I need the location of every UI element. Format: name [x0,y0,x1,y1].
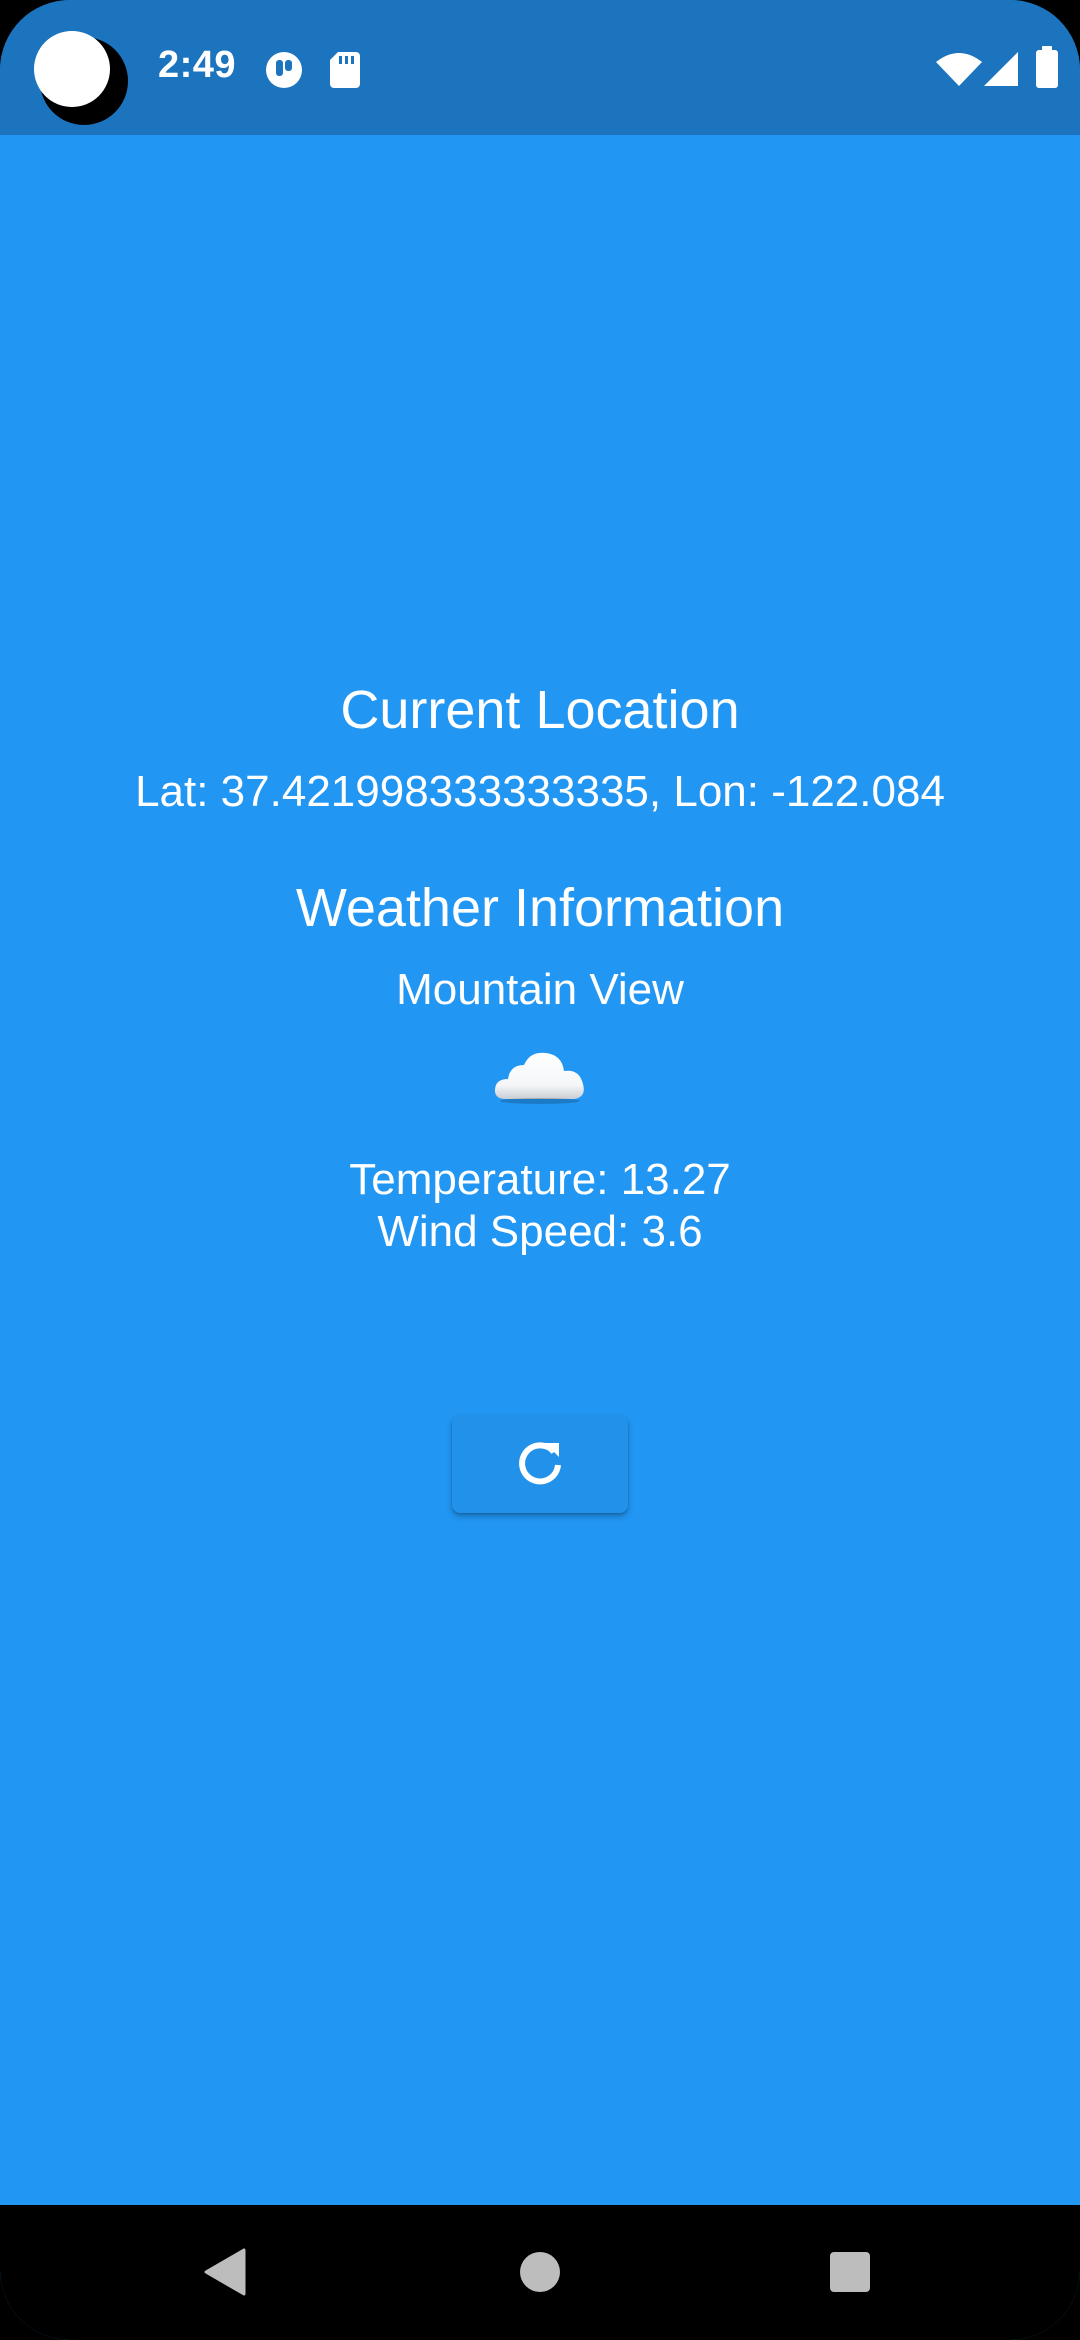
back-icon [204,2248,246,2296]
notification-app-icon [264,50,304,90]
home-button[interactable] [510,2242,570,2302]
wifi-icon [936,52,982,86]
temperature-text: Temperature: 13.27 [349,1155,731,1204]
navigation-bar [0,2205,1080,2340]
status-time: 2:49 [158,44,237,86]
main-content: Current Location Lat: 37.421998333333335… [0,135,1080,2205]
cloud-icon [492,1047,588,1107]
camera-cutout [34,31,128,125]
location-title: Current Location [340,680,740,740]
battery-icon [1036,46,1058,88]
refresh-icon [515,1437,565,1492]
app-screen: 2:49 Current Location Lat: 37.4219983333… [0,0,1080,2340]
location-coordinates: Lat: 37.421998333333335, Lon: -122.084 [135,767,945,816]
cell-signal-icon [984,52,1018,86]
recents-button[interactable] [820,2242,880,2302]
recents-icon [830,2252,870,2292]
weather-title: Weather Information [295,878,785,938]
city-name: Mountain View [396,965,684,1014]
back-button[interactable] [196,2242,256,2302]
wind-speed-text: Wind Speed: 3.6 [377,1207,703,1256]
sd-card-icon [330,52,360,88]
home-icon [520,2252,560,2292]
refresh-button[interactable] [452,1415,628,1513]
status-bar: 2:49 [0,0,1080,135]
